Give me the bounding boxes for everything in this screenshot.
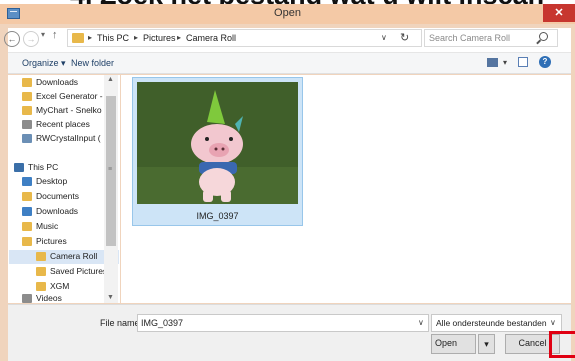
breadcrumb-separator-icon: ▸: [88, 33, 93, 42]
file-type-value: Alle ondersteunde bestanden: [436, 318, 547, 328]
music-folder-icon: [22, 222, 32, 232]
file-name-value: IMG_0397: [141, 318, 184, 328]
folder-download-icon: [22, 78, 32, 88]
nav-item-documents[interactable]: Documents: [22, 190, 79, 203]
help-icon[interactable]: ?: [539, 56, 551, 68]
window-title: Open: [274, 7, 301, 19]
up-arrow-icon[interactable]: ↑: [52, 29, 58, 41]
videos-folder-icon: [22, 294, 32, 304]
network-drive-icon: [22, 134, 32, 144]
highlight-annotation: [549, 331, 575, 358]
breadcrumb-pictures[interactable]: Pictures: [143, 33, 176, 43]
documents-folder-icon: [22, 192, 32, 202]
scroll-up-icon[interactable]: ▲: [107, 76, 114, 83]
open-split-dropdown-icon[interactable]: ▾: [478, 334, 495, 354]
desktop-folder-icon: [22, 177, 32, 187]
nav-item-mychart[interactable]: MyChart - Snelko: [22, 104, 102, 117]
file-name-caption: File name:: [100, 318, 143, 328]
change-view-icon[interactable]: [487, 58, 498, 67]
preview-pane-icon[interactable]: [518, 57, 528, 67]
scroll-down-icon[interactable]: ▼: [107, 294, 114, 301]
folder-icon: [22, 106, 32, 116]
folder-icon: [36, 252, 46, 262]
address-folder-icon: [72, 33, 84, 43]
scroll-grip-icon: ≡: [108, 166, 113, 173]
thumbnail-photo: [137, 82, 298, 204]
nav-item-excel-generator[interactable]: Excel Generator -: [22, 90, 103, 103]
this-pc-icon: [14, 163, 24, 173]
organize-button[interactable]: Organize ▾: [22, 58, 66, 69]
nav-item-music[interactable]: Music: [22, 220, 58, 233]
folder-icon: [36, 267, 46, 277]
nav-item-this-pc[interactable]: This PC: [14, 161, 58, 174]
nav-item-rwcrystalinput[interactable]: RWCrystalInput (: [22, 132, 101, 145]
nav-item-downloads-pc[interactable]: Downloads: [22, 205, 78, 218]
recent-places-icon: [22, 120, 32, 130]
nav-item-camera-roll[interactable]: Camera Roll: [36, 250, 97, 263]
nav-item-recent-places[interactable]: Recent places: [22, 118, 90, 131]
nav-item-downloads[interactable]: Downloads: [22, 76, 78, 89]
image-thumbnail: [137, 82, 298, 204]
new-folder-button[interactable]: New folder: [71, 58, 114, 68]
folder-icon: [36, 282, 46, 292]
view-dropdown-icon[interactable]: ▾: [503, 58, 507, 67]
nav-item-pictures[interactable]: Pictures: [22, 235, 67, 248]
breadcrumb-this-pc[interactable]: This PC: [97, 33, 129, 43]
search-icon[interactable]: [539, 32, 548, 41]
file-name-label: IMG_0397: [196, 211, 239, 221]
close-button[interactable]: ✕: [543, 4, 575, 22]
back-icon[interactable]: ←: [4, 31, 20, 47]
folder-icon: [22, 92, 32, 102]
downloads-folder-icon: [22, 207, 32, 217]
open-button-label: Open: [434, 338, 458, 348]
breadcrumb-separator-icon: ▸: [177, 33, 182, 42]
recent-locations-icon[interactable]: ▾: [41, 30, 45, 39]
search-placeholder: Search Camera Roll: [429, 33, 511, 43]
breadcrumb-camera-roll[interactable]: Camera Roll: [186, 33, 236, 43]
forward-icon[interactable]: →: [23, 31, 39, 47]
breadcrumb-separator-icon: ▸: [134, 33, 139, 42]
pictures-folder-icon: [22, 237, 32, 247]
refresh-icon[interactable]: ↻: [400, 31, 409, 44]
file-name-dropdown-icon[interactable]: ∨: [418, 318, 424, 327]
nav-item-desktop[interactable]: Desktop: [22, 175, 67, 188]
address-dropdown-icon[interactable]: ∨: [381, 33, 387, 42]
nav-item-saved-pictures[interactable]: Saved Pictures: [36, 265, 107, 278]
file-type-dropdown-icon[interactable]: ∨: [550, 318, 556, 327]
